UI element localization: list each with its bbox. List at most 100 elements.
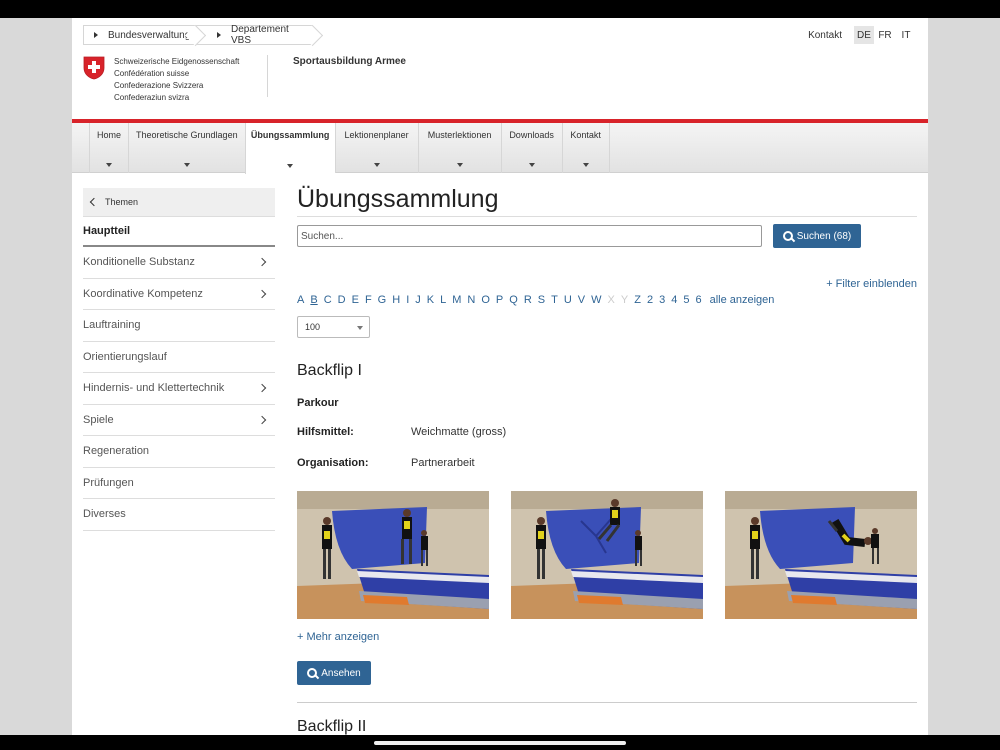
sidebar-item-konditionelle-substanz[interactable]: Konditionelle Substanz [83,247,275,279]
exercise-title[interactable]: Backflip I [297,362,362,380]
search-button[interactable]: Suchen (68) [773,224,861,248]
language-it[interactable]: IT [896,26,916,44]
chevron-right-icon [257,289,267,298]
sidebar-back-themen[interactable]: Themen [83,188,275,216]
nav-home[interactable]: Home [89,123,128,173]
exercise-category: Parkour [297,397,339,409]
alphabet-letter-w[interactable]: W [591,294,601,306]
alphabet-letter-o[interactable]: O [481,294,490,306]
sidebar-item-lauftraining[interactable]: Lauftraining [83,310,275,342]
sidebar-item-regeneration[interactable]: Regeneration [83,436,275,468]
contact-link[interactable]: Kontakt [808,30,842,41]
sidebar-item-diverses[interactable]: Diverses [83,499,275,531]
field-label: Hilfsmittel: [297,426,354,438]
view-exercise-button[interactable]: Ansehen [297,661,371,685]
dropdown-arrow-icon [357,326,363,330]
alphabet-show-all[interactable]: alle anzeigen [710,294,775,306]
alphabet-letter-3[interactable]: 3 [659,294,665,306]
exercise-title[interactable]: Backflip II [297,718,366,735]
alphabet-letter-i[interactable]: I [406,294,409,306]
breadcrumb-item-vbs[interactable]: Departement VBS [196,24,313,46]
exercise-separator [297,702,917,703]
alphabet-letter-q[interactable]: Q [509,294,518,306]
device-status-bar [0,0,1000,18]
sidebar-current-hauptteil[interactable]: Hauptteil [83,216,275,247]
main-content: Übungssammlung Suchen (68) + Filter einb… [297,185,917,735]
show-filter-link[interactable]: + Filter einblenden [826,278,917,290]
caret-down-icon [528,163,535,167]
alphabet-letter-e[interactable]: E [352,294,359,306]
page-size-select[interactable]: 100 [297,316,370,338]
show-more-link[interactable]: + Mehr anzeigen [297,631,379,643]
nav-downloads[interactable]: Downloads [500,123,562,173]
caret-down-icon [373,163,380,167]
alphabet-letter-u[interactable]: U [564,294,572,306]
breadcrumb-label: Bundesverwaltung [108,29,191,41]
sidebar-item-hindernis-klettertechnik[interactable]: Hindernis- und Klettertechnik [83,373,275,405]
alphabet-letter-6[interactable]: 6 [695,294,701,306]
alphabet-letter-b[interactable]: B [310,294,317,306]
alphabet-letter-5[interactable]: 5 [683,294,689,306]
alphabet-letter-l[interactable]: L [440,294,446,306]
caret-right-icon [217,32,221,38]
alphabet-letter-4[interactable]: 4 [671,294,677,306]
page-size-value: 100 [305,322,321,332]
nav-musterlektionen[interactable]: Musterlektionen [417,123,501,173]
web-page: Bundesverwaltung Departement VBS Kontakt… [72,18,928,735]
alphabet-letter-r[interactable]: R [524,294,532,306]
alphabet-letter-p[interactable]: P [496,294,503,306]
page-margin-left [0,18,72,735]
search-input[interactable] [297,225,762,247]
nav-uebungssammlung[interactable]: Übungssammlung [244,123,335,174]
language-fr[interactable]: FR [875,26,895,44]
caret-down-icon [106,163,112,167]
search-row: Suchen (68) [297,224,861,248]
org-line: Confederaziun svizra [114,93,190,102]
alphabet-letter-2[interactable]: 2 [647,294,653,306]
alphabet-letter-y: Y [620,294,629,306]
nav-kontakt[interactable]: Kontakt [561,123,610,173]
caret-down-icon [456,163,463,167]
sidebar-item-pruefungen[interactable]: Prüfungen [83,468,275,499]
alphabet-letter-v[interactable]: V [578,294,585,306]
breadcrumb-item-bundesverwaltung[interactable]: Bundesverwaltung [83,25,196,45]
swiss-coat-of-arms-icon[interactable] [83,56,105,80]
search-button-label: Suchen (68) [796,230,852,242]
alphabet-letter-t[interactable]: T [551,294,558,306]
alphabet-letter-z[interactable]: Z [634,294,641,306]
org-line: Confédération suisse [114,69,190,78]
home-indicator[interactable] [374,741,626,745]
nav-lektionenplaner[interactable]: Lektionenplaner [334,123,418,173]
alphabet-letter-s[interactable]: S [538,294,545,306]
exercise-image-1[interactable] [297,491,489,619]
exercise-image-3[interactable] [725,491,917,619]
alphabet-letter-d[interactable]: D [338,294,346,306]
nav-theoretische-grundlagen[interactable]: Theoretische Grundlagen [128,123,245,173]
sidebar: Themen Hauptteil Konditionelle Substanz … [83,188,275,531]
alphabet-filter: A B C D E F G H I J K L M N O P Q R S T U V W X Y Z 2 3 4 5 6 alle anze… [297,294,780,306]
sidebar-item-spiele[interactable]: Spiele [83,405,275,436]
exercise-image-2[interactable] [511,491,703,619]
alphabet-letter-m[interactable]: M [452,294,461,306]
alphabet-letter-h[interactable]: H [392,294,400,306]
sidebar-item-orientierungslauf[interactable]: Orientierungslauf [83,342,275,373]
sidebar-item-koordinative-kompetenz[interactable]: Koordinative Kompetenz [83,279,275,310]
alphabet-letter-f[interactable]: F [365,294,372,306]
sidebar-back-label: Themen [105,197,139,207]
sidebar-item-label: Diverses [83,508,126,521]
alphabet-letter-j[interactable]: J [415,294,421,306]
sidebar-item-label: Konditionelle Substanz [83,256,195,269]
alphabet-letter-a[interactable]: A [297,294,304,306]
alphabet-letter-g[interactable]: G [378,294,387,306]
site-title[interactable]: Sportausbildung Armee [293,56,406,67]
alphabet-letter-k[interactable]: K [427,294,434,306]
sidebar-item-label: Orientierungslauf [83,350,167,363]
chevron-right-icon [257,415,267,424]
alphabet-letter-c[interactable]: C [324,294,332,306]
exercise-field-organisation: Organisation: Partnerarbeit [297,457,475,469]
language-de[interactable]: DE [854,26,874,44]
caret-down-icon [287,164,294,168]
alphabet-letter-n[interactable]: N [467,294,475,306]
main-navigation: Home Theoretische Grundlagen Übungssamml… [72,123,928,174]
sidebar-item-label: Koordinative Kompetenz [83,287,203,300]
